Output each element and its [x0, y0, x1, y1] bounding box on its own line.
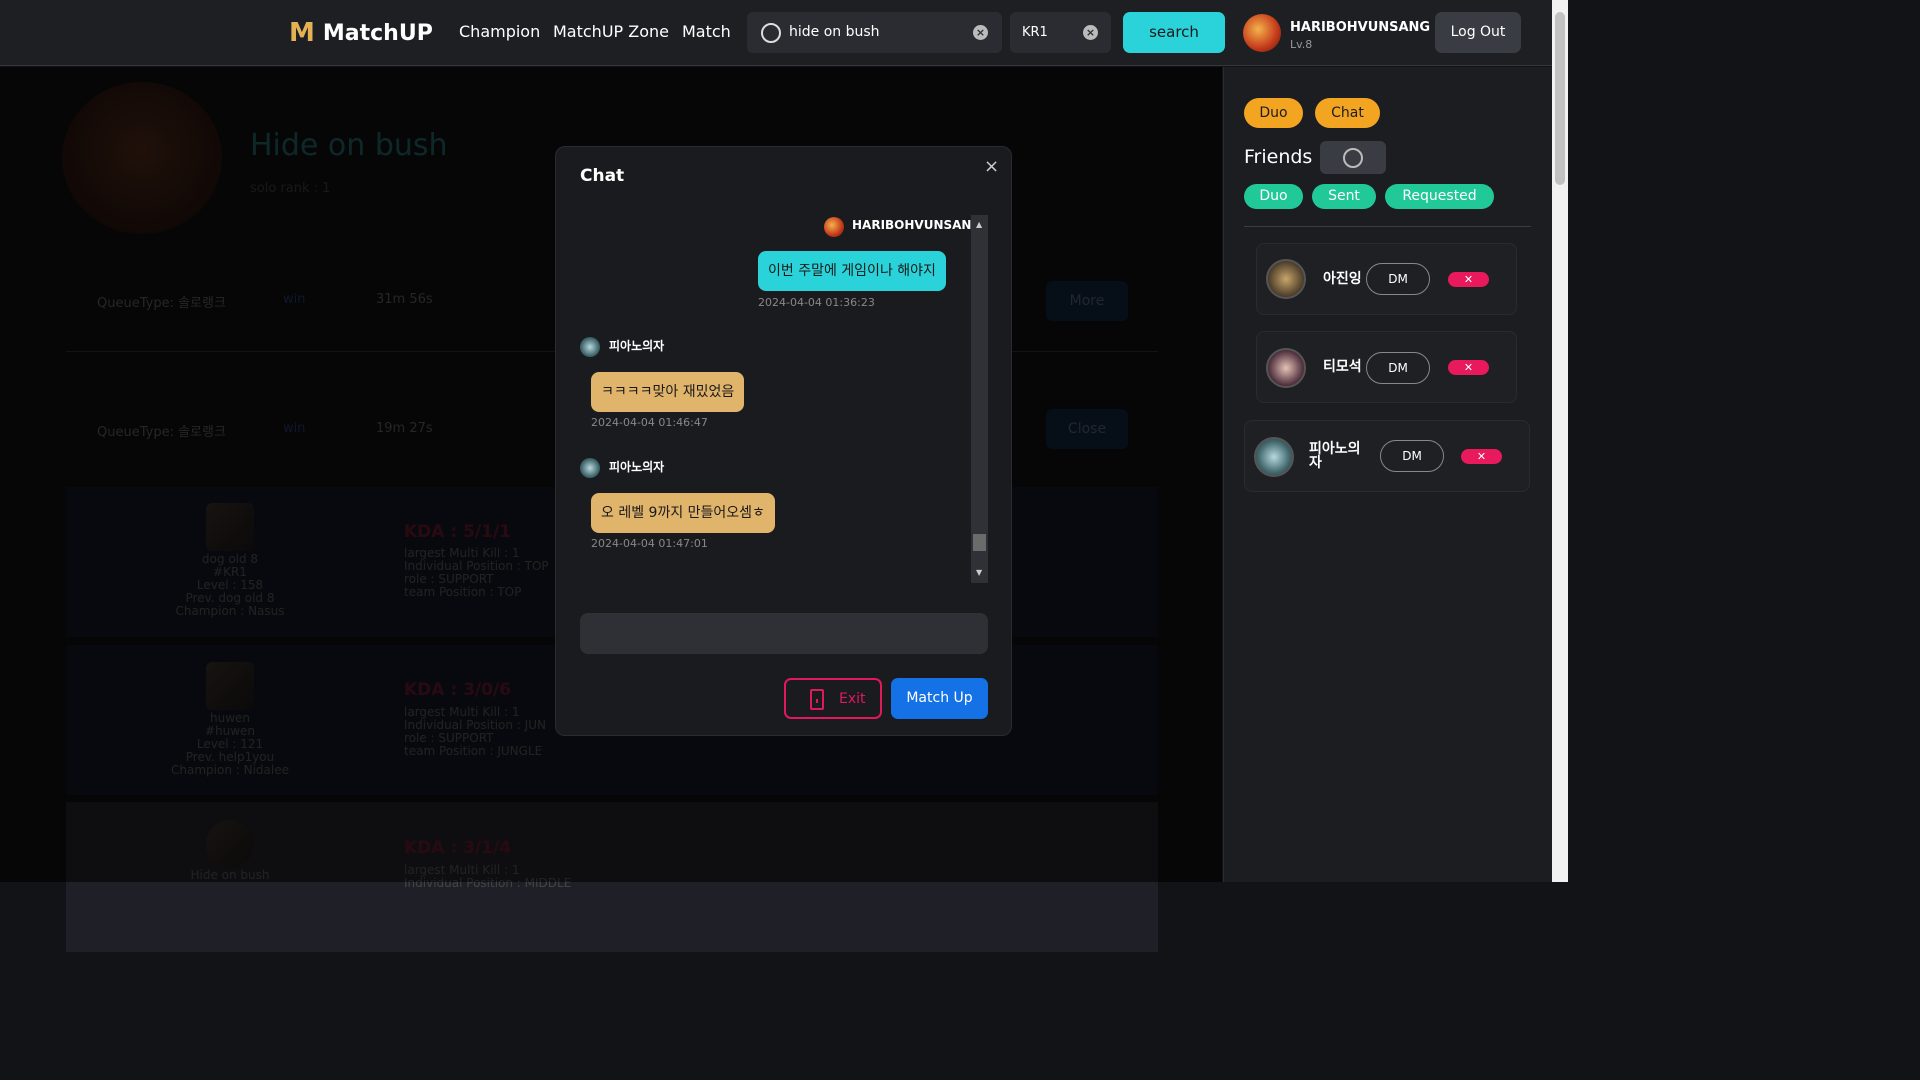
top-header: M MatchUP Champion MatchUP Zone Match hi…	[0, 0, 1552, 66]
tab-chat[interactable]: Chat	[1315, 98, 1380, 128]
friend-avatar	[1266, 259, 1306, 299]
sender-avatar	[580, 458, 600, 478]
remove-friend-button[interactable]: ✕	[1448, 272, 1489, 287]
user-level: Lv.8	[1290, 38, 1313, 51]
scroll-down-icon[interactable]: ▼	[976, 568, 982, 577]
filter-duo[interactable]: Duo	[1244, 184, 1303, 209]
dm-button[interactable]: DM	[1380, 440, 1444, 472]
search-icon	[761, 23, 781, 43]
exit-label: Exit	[839, 691, 866, 707]
region-input[interactable]: KR1 ×	[1010, 12, 1111, 53]
logout-button[interactable]: Log Out	[1435, 12, 1521, 53]
nav-champion[interactable]: Champion	[459, 22, 540, 41]
dm-button[interactable]: DM	[1366, 352, 1430, 384]
message-time: 2024-04-04 01:36:23	[758, 296, 875, 309]
message-bubble: ㅋㅋㅋㅋ맞아 재밌었음	[591, 372, 745, 412]
exit-button[interactable]: Exit	[784, 678, 882, 719]
chat-message-input[interactable]	[580, 613, 988, 654]
nav-matchup-zone[interactable]: MatchUP Zone	[553, 22, 669, 41]
message-time: 2024-04-04 01:46:47	[591, 416, 708, 429]
user-name: HARIBOHVUNSANG	[1290, 20, 1431, 35]
clear-search-icon[interactable]: ×	[973, 25, 988, 40]
message-bubble: 오 레벨 9까지 만들어오셈ㅎ	[591, 493, 775, 533]
user-avatar[interactable]	[1243, 14, 1281, 52]
sender-name: HARIBOHVUNSANG	[852, 218, 982, 232]
scroll-up-icon[interactable]: ▲	[976, 220, 982, 229]
sender-name: 피아노의자	[609, 339, 665, 353]
match-up-button[interactable]: Match Up	[891, 678, 988, 719]
close-icon[interactable]: ×	[984, 156, 999, 177]
door-icon	[810, 689, 824, 710]
logo-mark: M	[289, 18, 315, 48]
friend-avatar	[1266, 348, 1306, 388]
sender-avatar	[824, 217, 844, 237]
region-value: KR1	[1022, 25, 1048, 40]
divider	[1244, 226, 1531, 227]
summoner-search-input[interactable]: hide on bush ×	[747, 12, 1002, 53]
logo-text: MatchUP	[322, 20, 433, 46]
remove-friend-button[interactable]: ✕	[1461, 449, 1502, 464]
sender-name: 피아노의자	[609, 460, 665, 474]
message-bubble: 이번 주말에 게임이나 해야지	[758, 251, 946, 291]
logo[interactable]: M MatchUP	[289, 18, 433, 48]
filter-requested[interactable]: Requested	[1385, 184, 1494, 209]
nav-match[interactable]: Match	[682, 22, 731, 41]
friend-name: 아진잉	[1323, 271, 1362, 287]
chat-scrollbar[interactable]: ▲ ▼	[971, 215, 988, 583]
filter-sent[interactable]: Sent	[1312, 184, 1376, 209]
friend-avatar	[1254, 437, 1294, 477]
friend-name: 티모석	[1323, 359, 1362, 375]
friend-name: 피아노의자	[1309, 441, 1361, 471]
dm-button[interactable]: DM	[1366, 263, 1430, 295]
search-button[interactable]: search	[1123, 12, 1225, 53]
message-time: 2024-04-04 01:47:01	[591, 537, 708, 550]
friend-card: 티모석 DM ✕	[1256, 331, 1517, 403]
friend-card: 피아노의자 DM ✕	[1244, 420, 1530, 492]
search-icon	[1343, 148, 1363, 168]
page-scrollbar-thumb[interactable]	[1555, 12, 1565, 185]
search-value: hide on bush	[789, 24, 880, 40]
friend-card: 아진잉 DM ✕	[1256, 243, 1517, 315]
chat-title: Chat	[580, 166, 625, 186]
remove-friend-button[interactable]: ✕	[1448, 360, 1489, 375]
friends-title: Friends	[1244, 146, 1313, 168]
clear-region-icon[interactable]: ×	[1083, 25, 1098, 40]
chat-scrollbar-thumb[interactable]	[973, 534, 986, 551]
tab-duo[interactable]: Duo	[1244, 98, 1303, 128]
sender-avatar	[580, 337, 600, 357]
friend-search-button[interactable]	[1320, 141, 1386, 174]
